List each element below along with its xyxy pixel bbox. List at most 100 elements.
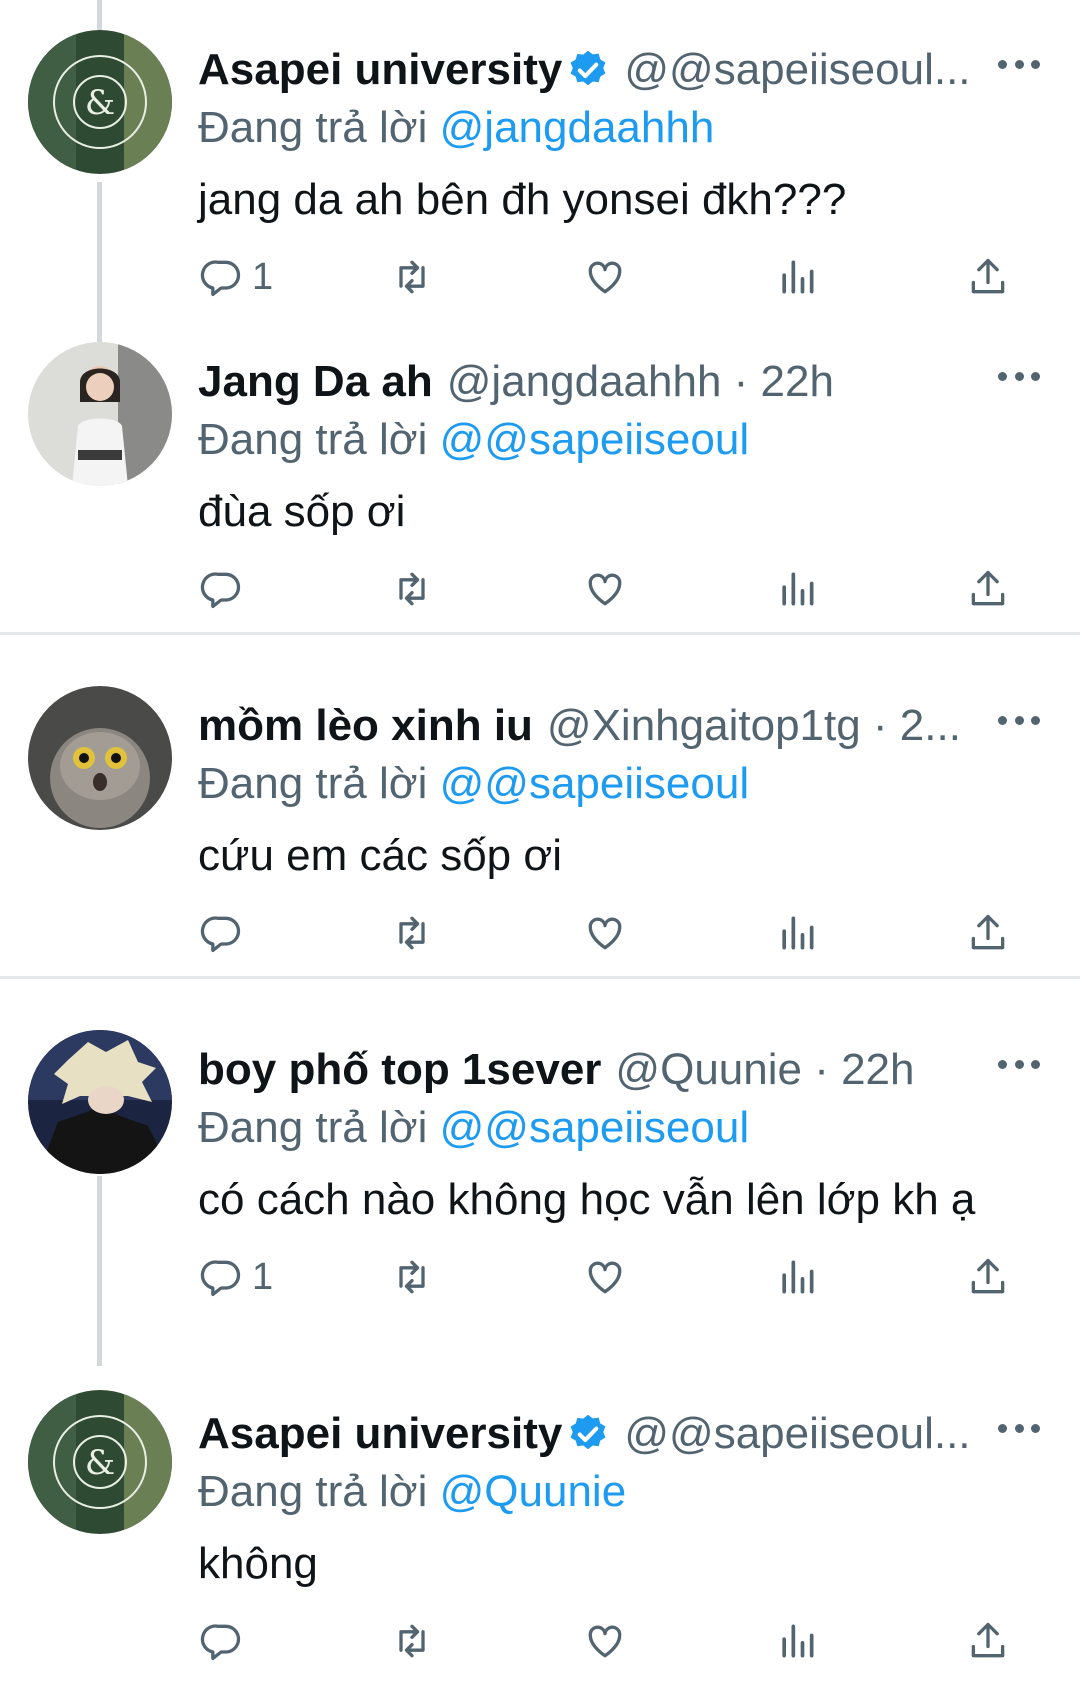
svg-text:&: & [85, 1443, 115, 1483]
tweet[interactable]: boy phố top 1sever @Quunie · 22h Đang tr… [0, 1030, 1080, 1366]
action-bar [0, 564, 1080, 614]
views-icon [782, 916, 814, 950]
more-icon[interactable] [998, 52, 1040, 76]
tweet[interactable]: Jang Da ah @jangdaahhh · 22h Đang trả lờ… [0, 330, 1080, 635]
like-button[interactable] [583, 908, 627, 958]
share-icon [971, 258, 1005, 294]
thread-line-top [97, 0, 102, 30]
handle[interactable]: @@sapeiiseoul... [624, 1404, 970, 1464]
replying-to: Đang trả lời @jangdaahhh [198, 98, 714, 158]
handle[interactable]: @@sapeiiseoul... [624, 40, 970, 100]
replying-to: Đang trả lời @@sapeiiseoul [198, 754, 749, 814]
retweet-button[interactable] [390, 1616, 434, 1666]
mention-link[interactable]: @@sapeiiseoul [440, 1103, 749, 1152]
display-name[interactable]: Jang Da ah [198, 352, 433, 412]
school-logo-icon: & [28, 1390, 172, 1534]
retweet-button[interactable] [390, 564, 434, 614]
like-icon [588, 1625, 622, 1658]
reply-button[interactable] [200, 1616, 252, 1666]
share-button[interactable] [966, 564, 1010, 614]
avatar[interactable] [28, 1030, 172, 1174]
mention-link[interactable]: @@sapeiiseoul [440, 759, 749, 808]
views-icon [782, 260, 814, 294]
action-bar [0, 1616, 1080, 1666]
action-bar: 1 [0, 1252, 1080, 1302]
views-icon [782, 1624, 814, 1658]
share-button[interactable] [966, 908, 1010, 958]
tweet-text: có cách nào không học vẫn lên lớp kh ạ [198, 1175, 976, 1224]
views-button[interactable] [775, 1252, 819, 1302]
views-icon [782, 1260, 814, 1294]
reply-icon [200, 1624, 241, 1661]
tweet[interactable]: & Asapei university @@sapeiiseoul... Đan… [0, 1370, 1080, 1702]
reply-count: 1 [252, 1255, 274, 1298]
reply-button[interactable] [200, 908, 252, 958]
reply-count: 1 [252, 255, 274, 298]
mention-link[interactable]: @@sapeiiseoul [440, 415, 749, 464]
verified-icon [570, 1414, 606, 1450]
reply-button[interactable]: 1 [200, 252, 273, 302]
views-button[interactable] [775, 252, 819, 302]
tweet-text: jang da ah bên đh yonsei đkh??? [198, 175, 847, 224]
verified-icon [570, 50, 606, 86]
avatar[interactable] [28, 686, 172, 830]
tweet-text: đùa sốp ơi [198, 487, 406, 536]
replying-to-label: Đang trả lời [198, 1467, 428, 1516]
display-name[interactable]: boy phố top 1sever [198, 1040, 601, 1100]
avatar[interactable]: & [28, 30, 172, 174]
retweet-button[interactable] [390, 252, 434, 302]
anime-photo-icon [28, 1030, 172, 1174]
retweet-icon [399, 916, 425, 950]
retweet-icon [399, 1260, 425, 1294]
like-button[interactable] [583, 1616, 627, 1666]
handle[interactable]: @jangdaahhh · 22h [447, 352, 834, 412]
reply-button[interactable] [200, 564, 252, 614]
views-button[interactable] [775, 1616, 819, 1666]
reply-icon [200, 572, 241, 609]
display-name[interactable]: mồm lèo xinh iu [198, 696, 533, 756]
replying-to: Đang trả lời @@sapeiiseoul [198, 410, 749, 470]
display-name[interactable]: Asapei university [198, 40, 562, 100]
girl-photo-icon [28, 342, 172, 486]
reply-icon [200, 1260, 241, 1297]
views-button[interactable] [775, 564, 819, 614]
mention-link[interactable]: @jangdaahhh [440, 103, 715, 152]
display-name[interactable]: Asapei university [198, 1404, 562, 1464]
svg-text:&: & [85, 83, 115, 123]
like-button[interactable] [583, 1252, 627, 1302]
tweet[interactable]: mồm lèo xinh iu @Xinhgaitop1tg · 2... Đa… [0, 686, 1080, 979]
like-button[interactable] [583, 564, 627, 614]
retweet-button[interactable] [390, 1252, 434, 1302]
reply-icon [200, 916, 241, 953]
reply-button[interactable]: 1 [200, 1252, 273, 1302]
school-logo-icon: & [28, 30, 172, 174]
like-icon [588, 573, 622, 606]
share-button[interactable] [966, 1252, 1010, 1302]
replying-to-label: Đang trả lời [198, 759, 428, 808]
like-icon [588, 1261, 622, 1294]
avatar[interactable] [28, 342, 172, 486]
handle[interactable]: @Quunie · 22h [615, 1040, 914, 1100]
views-button[interactable] [775, 908, 819, 958]
share-button[interactable] [966, 1616, 1010, 1666]
mention-link[interactable]: @Quunie [440, 1467, 627, 1516]
more-icon[interactable] [998, 1416, 1040, 1440]
tweet[interactable]: & Asapei university @@sapeiiseoul... Đan… [0, 0, 1080, 340]
reply-icon [200, 260, 241, 297]
replying-to-label: Đang trả lời [198, 103, 428, 152]
share-icon [971, 1622, 1005, 1658]
thread-line [97, 330, 102, 342]
retweet-icon [399, 260, 425, 294]
avatar[interactable]: & [28, 1390, 172, 1534]
more-icon[interactable] [998, 708, 1040, 732]
like-button[interactable] [583, 252, 627, 302]
views-icon [782, 572, 814, 606]
more-icon[interactable] [998, 364, 1040, 388]
more-icon[interactable] [998, 1052, 1040, 1076]
tweet-text: không [198, 1539, 318, 1588]
retweet-button[interactable] [390, 908, 434, 958]
retweet-icon [399, 1624, 425, 1658]
reply-feed: & Asapei university @@sapeiiseoul... Đan… [0, 0, 1080, 1702]
handle[interactable]: @Xinhgaitop1tg · 2... [547, 696, 961, 756]
share-button[interactable] [966, 252, 1010, 302]
